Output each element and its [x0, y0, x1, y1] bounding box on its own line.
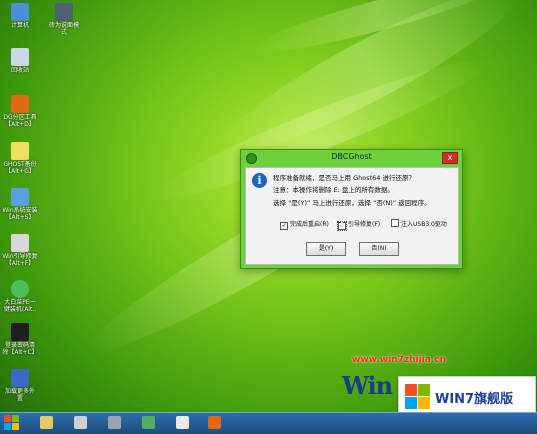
desktop-icon-installer[interactable]: Win系统安装 【Alt+S】	[0, 188, 40, 221]
recycle-bin-icon	[11, 48, 29, 66]
desktop-icon-label: 计算机	[10, 22, 29, 29]
checkbox-box[interactable]: ✓	[280, 222, 288, 230]
mouse-cursor	[341, 219, 345, 228]
dialog-body: i 程序准备就绪，是否马上用 Ghost64 进行还原？ 注意：本操作将删除 E…	[245, 167, 459, 265]
dialog-message-line: 注意：本操作将删除 E: 盘上的所有数据。	[273, 186, 394, 194]
desktop-icon-load-more[interactable]: 加载更多外 置	[0, 369, 40, 402]
desktop-icon-label: 登录密码清 除【Alt+C】	[2, 342, 38, 356]
mode-icon	[55, 3, 73, 21]
checkbox-box[interactable]	[391, 219, 399, 227]
boot-repair-icon	[11, 234, 29, 252]
computer-icon	[11, 3, 29, 21]
desktop-icon-label: 回收站	[10, 67, 29, 74]
dbcghost-dialog: DBCGhost x i 程序准备就绪，是否马上用 Ghost64 进行还原？ …	[240, 149, 463, 269]
dialog-message-line: 程序准备就绪，是否马上用 Ghost64 进行还原？	[273, 174, 415, 182]
desktop-icon-label: GHOST备份 【Alt+G】	[3, 161, 37, 175]
watermark-logo: Win	[342, 371, 393, 400]
yes-button[interactable]: 是(Y)	[306, 242, 346, 256]
desktop-icon-recycle-bin[interactable]: 回收站	[0, 48, 40, 74]
desktop-icon-label: 砖为说面模 式	[48, 22, 79, 36]
desktop-icon-label: DG分区工具 【Alt+D】	[3, 114, 37, 128]
usb3-driver-checkbox[interactable]: 注入USB3.0驱动	[391, 219, 447, 228]
close-button[interactable]: x	[442, 152, 458, 164]
desktop-icon-label: Win引导修复 【Alt+F】	[2, 253, 38, 267]
checkbox-label: 引导修复(F)	[348, 221, 381, 228]
desktop-icon-partition-tool[interactable]: DG分区工具 【Alt+D】	[0, 95, 40, 128]
partition-tool-icon	[11, 95, 29, 113]
windows-flag-icon	[405, 384, 431, 410]
restart-checkbox[interactable]: ✓ 完成后重启(R)	[280, 219, 329, 230]
desktop-icon-computer[interactable]: 计算机	[0, 3, 40, 29]
pe-install-icon	[11, 280, 29, 298]
cd-tool-icon[interactable]	[74, 416, 87, 429]
dialog-title: DBCGhost	[331, 152, 372, 161]
network-icon[interactable]	[142, 416, 155, 429]
installer-icon	[11, 188, 29, 206]
info-icon: i	[252, 173, 267, 188]
desktop-icon-password-clear[interactable]: 登录密码清 除【Alt+C】	[0, 323, 40, 356]
desktop-icon-boot-repair[interactable]: Win引导修复 【Alt+F】	[0, 234, 40, 267]
file-manager-icon[interactable]	[40, 416, 53, 429]
taskbar	[0, 412, 537, 434]
checkbox-label: 注入USB3.0驱动	[401, 221, 447, 228]
text-editor-icon[interactable]	[176, 416, 189, 429]
checkbox-label: 完成后重启(R)	[290, 221, 329, 228]
dialog-message-line: 选择 “是(Y)” 马上进行还原，选择 “否(N)” 返回程序。	[273, 199, 431, 207]
desktop-icon-label: Win系统安装 【Alt+S】	[2, 207, 38, 221]
drive-icon[interactable]	[108, 416, 121, 429]
watermark-site: www.win7zhijia.cn	[352, 355, 446, 365]
desktop-icon-ghost[interactable]: GHOST备份 【Alt+G】	[0, 142, 40, 175]
desktop-icon-label: 加载更多外 置	[4, 388, 35, 402]
badge-text: WIN7旗舰版	[435, 392, 514, 407]
partition-tool-icon[interactable]	[208, 416, 221, 429]
start-button[interactable]	[4, 415, 20, 431]
ghost-icon	[11, 142, 29, 160]
no-button[interactable]: 否(N)	[359, 242, 399, 256]
desktop-icon-pe-install[interactable]: 大白菜PE一 键装机(Alt..	[0, 280, 40, 313]
password-clear-icon	[11, 323, 29, 341]
desktop-icon-mode[interactable]: 砖为说面模 式	[44, 3, 84, 36]
desktop-icon-label: 大白菜PE一 键装机(Alt..	[3, 299, 37, 313]
load-more-icon	[11, 369, 29, 387]
dialog-title-bar[interactable]: DBCGhost x	[241, 150, 462, 166]
